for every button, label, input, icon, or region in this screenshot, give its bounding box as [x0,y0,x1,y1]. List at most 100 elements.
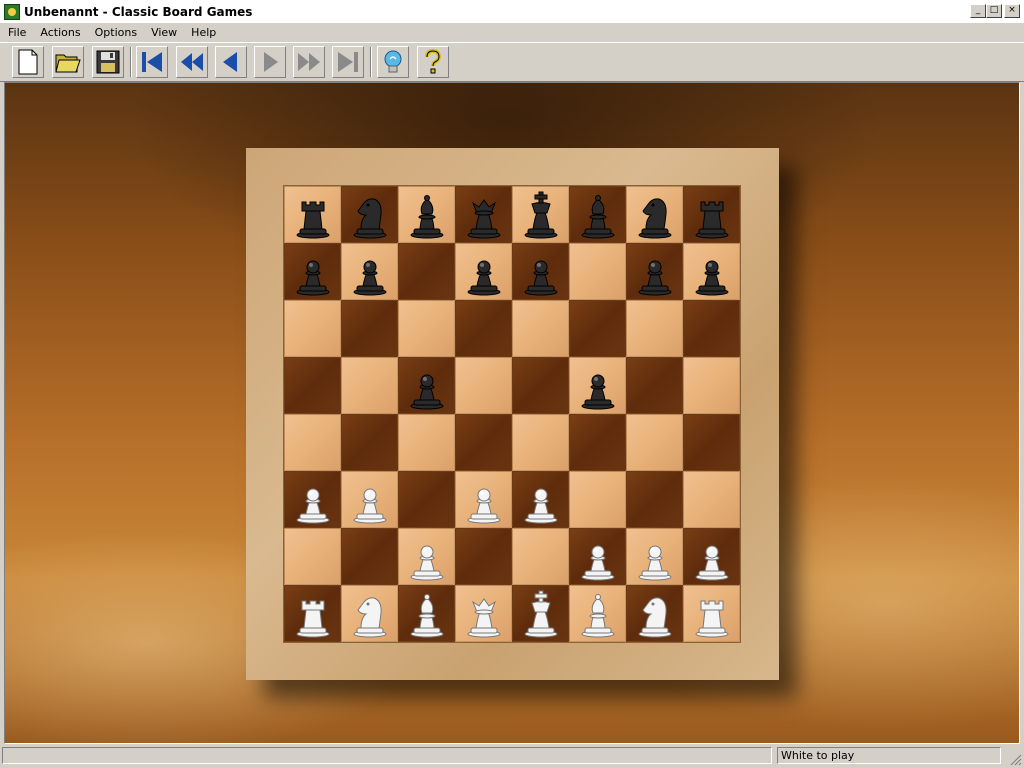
forward-5-moves-button[interactable] [293,46,325,78]
square-a7[interactable] [284,243,341,300]
square-a3[interactable] [284,471,341,528]
square-f1[interactable] [569,585,626,642]
white-knight-icon[interactable] [629,588,681,640]
white-pawn-icon[interactable] [515,474,567,526]
square-h2[interactable] [683,528,740,585]
square-h6[interactable] [683,300,740,357]
back-5-moves-button[interactable] [176,46,208,78]
white-knight-icon[interactable] [344,588,396,640]
square-h1[interactable] [683,585,740,642]
maximize-button[interactable]: □ [986,4,1002,18]
black-pawn-icon[interactable] [401,360,453,412]
white-queen-icon[interactable] [458,588,510,640]
save-game-button[interactable] [92,46,124,78]
black-pawn-icon[interactable] [287,246,339,298]
square-f7[interactable] [569,243,626,300]
white-rook-icon[interactable] [287,588,339,640]
close-button[interactable]: × [1004,4,1020,18]
square-a2[interactable] [284,528,341,585]
black-queen-icon[interactable] [458,189,510,241]
square-d2[interactable] [455,528,512,585]
square-b8[interactable] [341,186,398,243]
square-d7[interactable] [455,243,512,300]
square-e6[interactable] [512,300,569,357]
square-c7[interactable] [398,243,455,300]
square-g4[interactable] [626,414,683,471]
white-pawn-icon[interactable] [686,531,738,583]
square-b1[interactable] [341,585,398,642]
square-g6[interactable] [626,300,683,357]
square-f5[interactable] [569,357,626,414]
square-c5[interactable] [398,357,455,414]
square-g1[interactable] [626,585,683,642]
square-b7[interactable] [341,243,398,300]
square-b3[interactable] [341,471,398,528]
square-e5[interactable] [512,357,569,414]
square-h3[interactable] [683,471,740,528]
help-button[interactable] [417,46,449,78]
white-bishop-icon[interactable] [572,588,624,640]
white-king-icon[interactable] [515,588,567,640]
square-e4[interactable] [512,414,569,471]
square-b5[interactable] [341,357,398,414]
menu-view[interactable]: View [145,26,183,39]
menu-help[interactable]: Help [185,26,222,39]
square-c1[interactable] [398,585,455,642]
black-pawn-icon[interactable] [629,246,681,298]
square-e7[interactable] [512,243,569,300]
white-bishop-icon[interactable] [401,588,453,640]
menu-options[interactable]: Options [89,26,143,39]
square-d1[interactable] [455,585,512,642]
square-d5[interactable] [455,357,512,414]
black-pawn-icon[interactable] [686,246,738,298]
square-b6[interactable] [341,300,398,357]
menu-file[interactable]: File [2,26,32,39]
square-d8[interactable] [455,186,512,243]
square-g7[interactable] [626,243,683,300]
square-d4[interactable] [455,414,512,471]
square-c4[interactable] [398,414,455,471]
black-rook-icon[interactable] [287,189,339,241]
black-bishop-icon[interactable] [572,189,624,241]
new-game-button[interactable] [12,46,44,78]
last-move-button[interactable] [332,46,364,78]
square-g2[interactable] [626,528,683,585]
next-move-button[interactable] [254,46,286,78]
black-bishop-icon[interactable] [401,189,453,241]
white-pawn-icon[interactable] [344,474,396,526]
first-move-button[interactable] [136,46,168,78]
chess-board[interactable] [283,185,741,643]
white-pawn-icon[interactable] [287,474,339,526]
square-c8[interactable] [398,186,455,243]
square-c3[interactable] [398,471,455,528]
previous-move-button[interactable] [215,46,247,78]
black-pawn-icon[interactable] [344,246,396,298]
square-b4[interactable] [341,414,398,471]
resize-grip-icon[interactable] [1010,754,1022,766]
square-h8[interactable] [683,186,740,243]
black-knight-icon[interactable] [629,189,681,241]
white-pawn-icon[interactable] [629,531,681,583]
square-h4[interactable] [683,414,740,471]
square-a5[interactable] [284,357,341,414]
square-e1[interactable] [512,585,569,642]
square-e3[interactable] [512,471,569,528]
square-f3[interactable] [569,471,626,528]
square-a8[interactable] [284,186,341,243]
square-c2[interactable] [398,528,455,585]
minimize-button[interactable]: _ [970,4,986,18]
menu-actions[interactable]: Actions [34,26,86,39]
square-f8[interactable] [569,186,626,243]
square-h7[interactable] [683,243,740,300]
square-f4[interactable] [569,414,626,471]
square-d6[interactable] [455,300,512,357]
square-a1[interactable] [284,585,341,642]
white-pawn-icon[interactable] [458,474,510,526]
square-f2[interactable] [569,528,626,585]
square-b2[interactable] [341,528,398,585]
square-h5[interactable] [683,357,740,414]
square-d3[interactable] [455,471,512,528]
white-pawn-icon[interactable] [572,531,624,583]
black-pawn-icon[interactable] [458,246,510,298]
square-e8[interactable] [512,186,569,243]
